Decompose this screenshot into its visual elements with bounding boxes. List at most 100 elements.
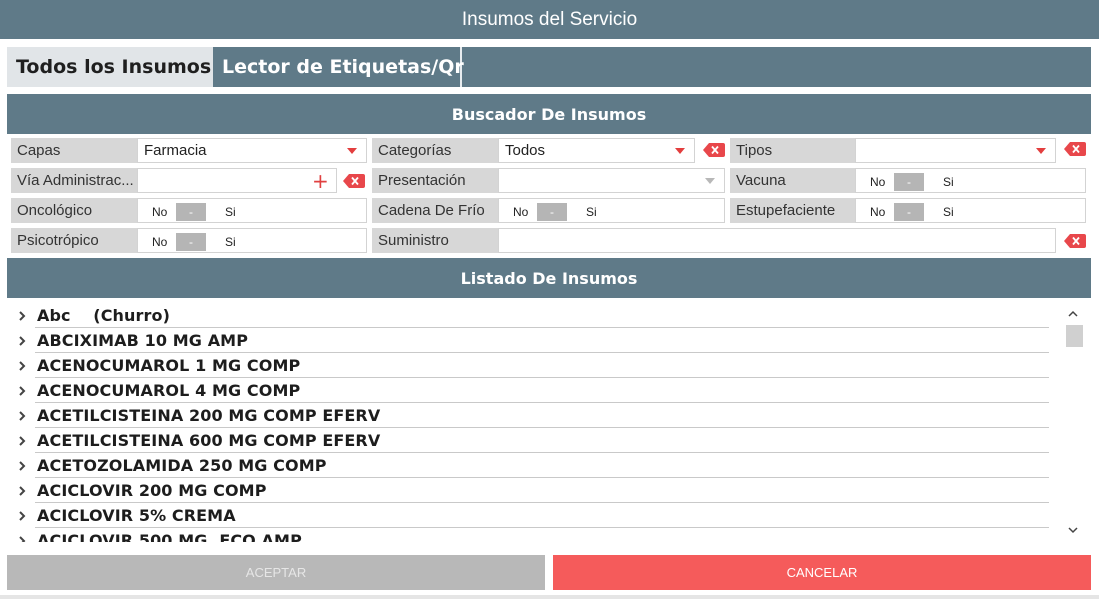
chevron-right-icon[interactable] [7,310,37,321]
vacuna-toggle-box: No - Si [855,168,1086,193]
chevron-right-icon[interactable] [7,510,37,521]
clear-tipos-icon[interactable] [1064,142,1086,156]
tab-todos-los-insumos[interactable]: Todos los Insumos [7,47,213,87]
list-item[interactable]: ACICLOVIR 200 MG COMP [7,478,1052,503]
chevron-up-icon[interactable] [1063,305,1083,321]
toggle-knob[interactable]: - [894,172,924,191]
list-item[interactable]: ACETILCISTEINA 600 MG COMP EFERV [7,428,1052,453]
toggle-no-label: No [870,204,886,219]
list-item-name: ACENOCUMAROL 1 MG COMP [37,356,301,375]
toggle-no-label: No [870,174,886,189]
chevron-right-icon[interactable] [7,535,37,542]
toggle-knob[interactable]: - [537,202,567,221]
bottom-divider [0,595,1099,599]
capas-label: Capas [11,138,137,163]
list-item-name: ACETOZOLAMIDA 250 MG COMP [37,456,327,475]
chevron-down-icon [1036,148,1046,154]
insumos-list[interactable]: Abc (Churro) ABCIXIMAB 10 MG AMP ACENOCU… [7,302,1091,542]
cancel-button[interactable]: CANCELAR [553,555,1091,590]
clear-suministro-icon[interactable] [1064,234,1086,248]
categorias-label: Categorías [372,138,498,163]
list-item[interactable]: ACETILCISTEINA 200 MG COMP EFERV [7,403,1052,428]
list-item-name: ACENOCUMAROL 4 MG COMP [37,381,301,400]
suministro-field[interactable] [498,228,1056,253]
toggle-no-label: No [152,234,168,249]
chevron-right-icon[interactable] [7,335,37,346]
toggle-si-label: Si [225,234,236,249]
chevron-right-icon[interactable] [7,485,37,496]
toggle-no-label: No [152,204,168,219]
list-item[interactable]: ACICLOVIR 500 MG, FCO AMP [7,528,1052,542]
list-item[interactable]: ACENOCUMAROL 1 MG COMP [7,353,1052,378]
chevron-right-icon[interactable] [7,385,37,396]
filter-row-4: Psicotrópico No - Si Suministro [0,228,1099,253]
cadena-frio-label: Cadena De Frío [372,198,498,223]
filter-row-2: Vía Administrac... + Presentación Vacuna… [0,168,1099,193]
scroll-thumb[interactable] [1066,325,1083,347]
clear-categorias-icon[interactable] [703,143,725,157]
list-item[interactable]: ACICLOVIR 5% CREMA [7,503,1052,528]
cadena-frio-toggle-box: No - Si [498,198,725,223]
filter-row-1: Capas Farmacia Categorías Todos Tipos [0,138,1099,163]
chevron-right-icon[interactable] [7,435,37,446]
presentacion-select[interactable] [498,168,725,193]
tipos-label: Tipos [730,138,856,163]
list-item[interactable]: ABCIXIMAB 10 MG AMP [7,328,1052,353]
chevron-down-icon [347,148,357,154]
toggle-si-label: Si [225,204,236,219]
toggle-knob[interactable]: - [176,202,206,221]
toggle-knob[interactable]: - [894,202,924,221]
toggle-knob[interactable]: - [176,232,206,251]
plus-icon[interactable]: + [312,169,329,193]
filter-row-3: Oncológico No - Si Cadena De Frío No - S… [0,198,1099,223]
list-item-name: ACETILCISTEINA 200 MG COMP EFERV [37,406,381,425]
psicotropico-toggle-box: No - Si [137,228,367,253]
list-item-name: ACICLOVIR 500 MG, FCO AMP [37,531,302,542]
capas-value: Farmacia [144,142,207,159]
window-title: Insumos del Servicio [0,0,1099,39]
chevron-right-icon[interactable] [7,410,37,421]
tab-lector-etiquetas[interactable]: Lector de Etiquetas/Qr [213,47,464,87]
oncologico-label: Oncológico [11,198,137,223]
toggle-si-label: Si [586,204,597,219]
capas-select[interactable]: Farmacia [137,138,367,163]
toggle-no-label: No [513,204,529,219]
vacuna-label: Vacuna [730,168,856,193]
list-item[interactable]: ACENOCUMAROL 4 MG COMP [7,378,1052,403]
search-section-header: Buscador De Insumos [7,94,1091,134]
estupefaciente-toggle[interactable]: No - Si [856,199,954,224]
categorias-select[interactable]: Todos [498,138,695,163]
list-section-header: Listado De Insumos [7,258,1091,298]
list-item-name: ACETILCISTEINA 600 MG COMP EFERV [37,431,381,450]
estupefaciente-toggle-box: No - Si [855,198,1086,223]
via-administracion-field[interactable]: + [137,168,337,193]
chevron-down-icon[interactable] [1063,522,1083,538]
oncologico-toggle-box: No - Si [137,198,367,223]
list-scrollbar[interactable] [1063,302,1083,542]
psicotropico-toggle[interactable]: No - Si [138,229,236,254]
list-item-name: ACICLOVIR 5% CREMA [37,506,236,525]
chevron-down-icon [675,148,685,154]
toggle-si-label: Si [943,204,954,219]
tipos-select[interactable] [855,138,1056,163]
toggle-si-label: Si [943,174,954,189]
oncologico-toggle[interactable]: No - Si [138,199,236,224]
chevron-right-icon[interactable] [7,460,37,471]
presentacion-label: Presentación [372,168,498,193]
tab-bar: Todos los Insumos Lector de Etiquetas/Qr [7,47,1091,87]
cadena-frio-toggle[interactable]: No - Si [499,199,597,224]
chevron-right-icon[interactable] [7,360,37,371]
list-item[interactable]: ACETOZOLAMIDA 250 MG COMP [7,453,1052,478]
list-item-name: ACICLOVIR 200 MG COMP [37,481,267,500]
vacuna-toggle[interactable]: No - Si [856,169,954,194]
list-item-name: Abc (Churro) [37,306,171,325]
list-item[interactable]: Abc (Churro) [7,303,1052,328]
suministro-label: Suministro [372,228,498,253]
chevron-down-icon [705,178,715,184]
clear-via-icon[interactable] [343,174,365,188]
categorias-value: Todos [505,142,546,159]
psicotropico-label: Psicotrópico [11,228,137,253]
accept-button[interactable]: ACEPTAR [7,555,545,590]
via-administracion-label: Vía Administrac... [11,168,137,193]
estupefaciente-label: Estupefaciente [730,198,856,223]
